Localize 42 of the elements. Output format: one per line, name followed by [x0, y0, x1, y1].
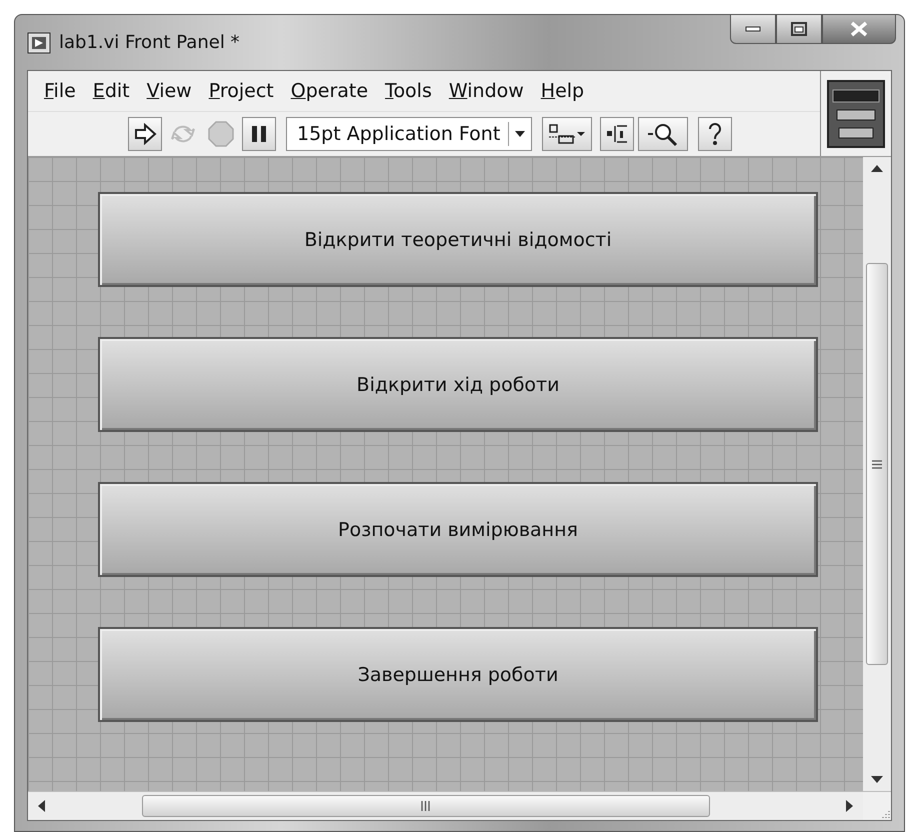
- pause-icon: [251, 125, 267, 143]
- left-arrow-icon[interactable]: [38, 800, 45, 812]
- align-objects-icon: [547, 122, 588, 146]
- pause-button[interactable]: [242, 117, 276, 151]
- maximize-button[interactable]: [776, 14, 822, 44]
- panel-button[interactable]: Завершення роботи: [98, 627, 818, 722]
- scroll-thumb[interactable]: [142, 795, 710, 817]
- up-arrow-icon[interactable]: [871, 165, 883, 172]
- run-button[interactable]: [128, 117, 162, 151]
- menu-item[interactable]: Window: [442, 80, 535, 102]
- menu-item[interactable]: Help: [534, 80, 596, 102]
- minimize-icon: [745, 26, 761, 32]
- align-button[interactable]: [542, 117, 592, 151]
- menu-item[interactable]: Operate: [284, 80, 380, 102]
- font-dropdown[interactable]: 15pt Application Font: [286, 117, 532, 151]
- scroll-thumb[interactable]: [866, 263, 888, 665]
- right-arrow-icon[interactable]: [846, 800, 853, 812]
- menu-item[interactable]: View: [140, 80, 203, 102]
- grip-icon: [872, 460, 882, 468]
- resize-button[interactable]: [600, 117, 634, 151]
- cycle-arrows-icon: [171, 123, 195, 145]
- maximize-icon: [791, 22, 807, 36]
- menu-item[interactable]: Edit: [86, 80, 141, 102]
- panel-button[interactable]: Відкрити хід роботи: [98, 337, 818, 432]
- panel-button[interactable]: Відкрити теоретичні відомості: [98, 192, 818, 287]
- front-panel-icon: [27, 32, 51, 54]
- menu-item[interactable]: Tools: [379, 80, 443, 102]
- menu-item[interactable]: File: [38, 80, 87, 102]
- arrow-icon: [133, 123, 157, 145]
- menu-item[interactable]: Project: [202, 80, 285, 102]
- close-button[interactable]: [822, 14, 896, 44]
- minimize-button[interactable]: [730, 14, 776, 44]
- close-icon: [850, 21, 868, 37]
- grip-icon: [421, 801, 430, 811]
- vi-icon[interactable]: [827, 80, 885, 148]
- help-button[interactable]: [698, 117, 732, 151]
- zoom-button[interactable]: [638, 117, 688, 151]
- down-arrow-icon[interactable]: [871, 776, 883, 783]
- dropdown-arrow-icon: [515, 131, 526, 137]
- window-title: lab1.vi Front Panel *: [59, 32, 240, 53]
- panel-button[interactable]: Розпочати вимірювання: [98, 482, 818, 577]
- stop-icon: [208, 121, 234, 147]
